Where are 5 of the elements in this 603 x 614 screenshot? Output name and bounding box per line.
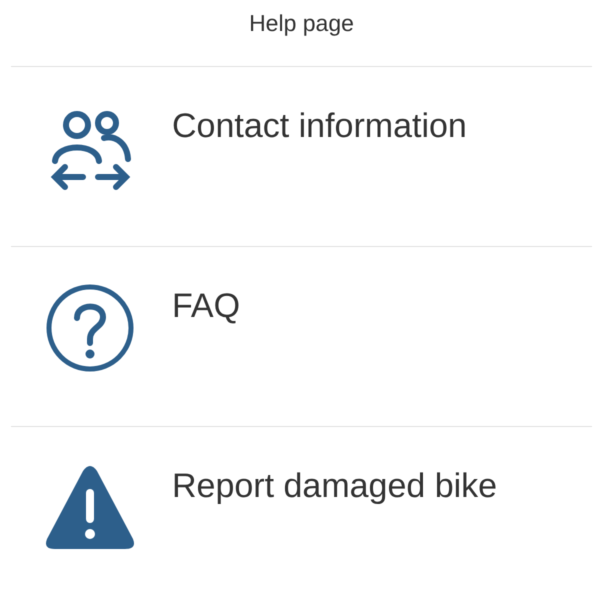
help-option[interactable]: FAQ: [172, 287, 240, 326]
page-title: Help page: [248, 9, 355, 38]
help-option[interactable]: Contact information: [172, 107, 467, 146]
help-icon: [45, 283, 135, 373]
help-option[interactable]: Report damaged bike: [172, 467, 498, 506]
